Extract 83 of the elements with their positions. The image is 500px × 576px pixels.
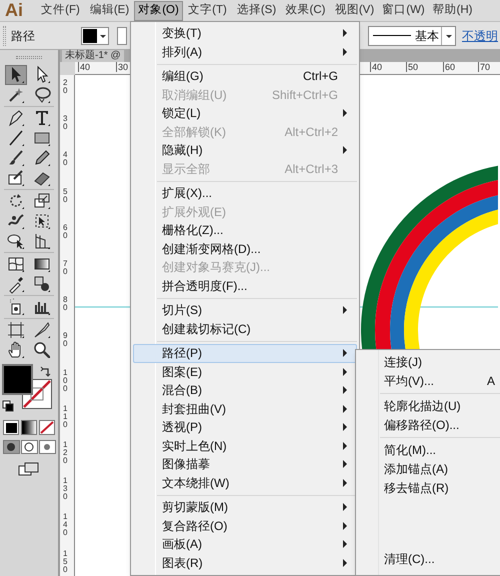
ruler-label: 40 <box>63 151 68 168</box>
stroke-style-dropdown[interactable]: 基本 <box>368 26 456 46</box>
app-logo: Ai <box>4 0 24 22</box>
ruler-label: 130 <box>63 477 68 502</box>
menu-item[interactable]: 图表(R) <box>133 554 357 572</box>
draw-normal-button[interactable] <box>2 440 20 454</box>
none-icon <box>40 421 54 434</box>
ruler-label: 90 <box>63 332 68 348</box>
draw-inside-button[interactable] <box>38 440 56 454</box>
ruler-label: 40 <box>78 62 90 72</box>
fill-color-dropdown[interactable] <box>81 26 109 44</box>
ruler-label: 70 <box>478 62 490 72</box>
ruler-label: 110 <box>63 404 68 429</box>
menu-item[interactable]: 剪切蒙版(M) <box>133 498 357 516</box>
document-tab[interactable]: 未标题-1* @ <box>62 50 124 62</box>
menu-item[interactable]: 透视(P) <box>133 418 357 436</box>
artboard-tool-icon[interactable] <box>5 320 27 340</box>
ruler-label: 50 <box>406 62 418 72</box>
menu-item[interactable]: 路径(P) <box>133 344 357 362</box>
menu-item[interactable]: 变换(T) <box>133 24 357 42</box>
menu-item[interactable]: 编辑(E) <box>85 0 134 20</box>
ruler-label: 30 <box>63 115 68 132</box>
stroke-color-dropdown[interactable] <box>117 26 127 44</box>
menu-item[interactable]: 文件(F) <box>36 0 85 20</box>
fill-stroke-swatches[interactable] <box>2 364 52 409</box>
ruler-label: 60 <box>443 62 456 72</box>
object-type-label: 路径 <box>11 28 36 44</box>
ruler-label: 80 <box>63 296 68 312</box>
menu-item[interactable]: 创建裁切标记(C) <box>133 320 357 338</box>
menu-item[interactable]: 视图(V) <box>330 0 379 20</box>
selection-tool-icon[interactable] <box>5 65 27 85</box>
menu-item[interactable]: 图案(E) <box>133 362 357 381</box>
menu-item[interactable]: 窗口(W) <box>379 0 428 20</box>
ruler-label: 50 <box>63 188 68 204</box>
ruler-label: 120 <box>63 441 68 465</box>
menu-item[interactable]: 复合路径(O) <box>133 516 357 535</box>
ruler-label: 60 <box>63 224 68 240</box>
ruler-label: 100 <box>63 368 68 393</box>
ruler-label: 40 <box>370 62 382 72</box>
menu-item[interactable]: 混合(B) <box>133 381 357 400</box>
menu-item[interactable]: 文本绕排(W) <box>133 474 357 492</box>
ruler-label: 150 <box>63 550 68 574</box>
menu-item[interactable]: 连接(J) <box>356 352 500 371</box>
menu-item[interactable]: 创建渐变网格(D)... <box>133 240 357 258</box>
screen-mode-icon[interactable] <box>18 462 40 476</box>
menu-item[interactable]: 添加锚点(A) <box>356 459 500 478</box>
menu-item[interactable]: 文字(T) <box>183 0 232 20</box>
gradient-button[interactable] <box>21 420 37 435</box>
menu-item[interactable]: 封套扭曲(V) <box>133 400 357 418</box>
panel-grip <box>16 56 42 59</box>
menu-item[interactable]: 轮廓化描边(U) <box>356 396 500 415</box>
menu-item[interactable]: 编组(G) Ctrl+G <box>133 67 357 86</box>
opacity-link[interactable]: 不透明 <box>462 26 498 44</box>
menu-item[interactable]: 平均(V)... A <box>356 371 500 390</box>
menu-item[interactable]: 实时上色(N) <box>133 436 357 455</box>
menu-item[interactable]: 清理(C)... <box>356 549 500 568</box>
menu-item[interactable]: 偏移路径(O)... <box>356 415 500 434</box>
menu-item[interactable]: 简化(M)... <box>356 440 500 459</box>
menu-item[interactable]: 排列(A) <box>133 42 357 61</box>
menu-item[interactable]: 拼合透明度(F)... <box>133 276 357 295</box>
circle-outline-icon <box>22 441 36 453</box>
color-button[interactable] <box>3 420 19 435</box>
menu-item[interactable]: 帮助(H) <box>428 0 477 20</box>
menu-item[interactable]: 图像描摹 <box>133 455 357 474</box>
default-colors-icon[interactable] <box>2 400 14 412</box>
menu-item[interactable]: 画板(A) <box>133 535 357 554</box>
menu-item[interactable]: 锁定(L) <box>133 104 357 122</box>
menu-item[interactable]: 效果(C) <box>281 0 330 20</box>
panel-grip <box>3 26 6 46</box>
none-button[interactable] <box>39 420 55 435</box>
menu-item[interactable]: 选择(S) <box>232 0 281 20</box>
ruler-label: 20 <box>63 79 68 95</box>
draw-behind-button[interactable] <box>20 440 38 454</box>
ruler-label: 30 <box>116 62 128 72</box>
ruler-label: 140 <box>63 513 68 538</box>
menu-item[interactable]: 对象(O) <box>134 0 183 20</box>
ruler-label: 70 <box>63 260 68 276</box>
menu-item[interactable]: 隐藏(H) <box>133 141 357 160</box>
swap-icon[interactable] <box>40 366 52 378</box>
menu-item[interactable]: 扩展(X)... <box>133 184 357 202</box>
menu-item[interactable]: 切片(S) <box>133 301 357 320</box>
menu-item[interactable]: 栅格化(Z)... <box>133 221 357 240</box>
menu-item[interactable]: 移去锚点(R) <box>356 478 500 497</box>
